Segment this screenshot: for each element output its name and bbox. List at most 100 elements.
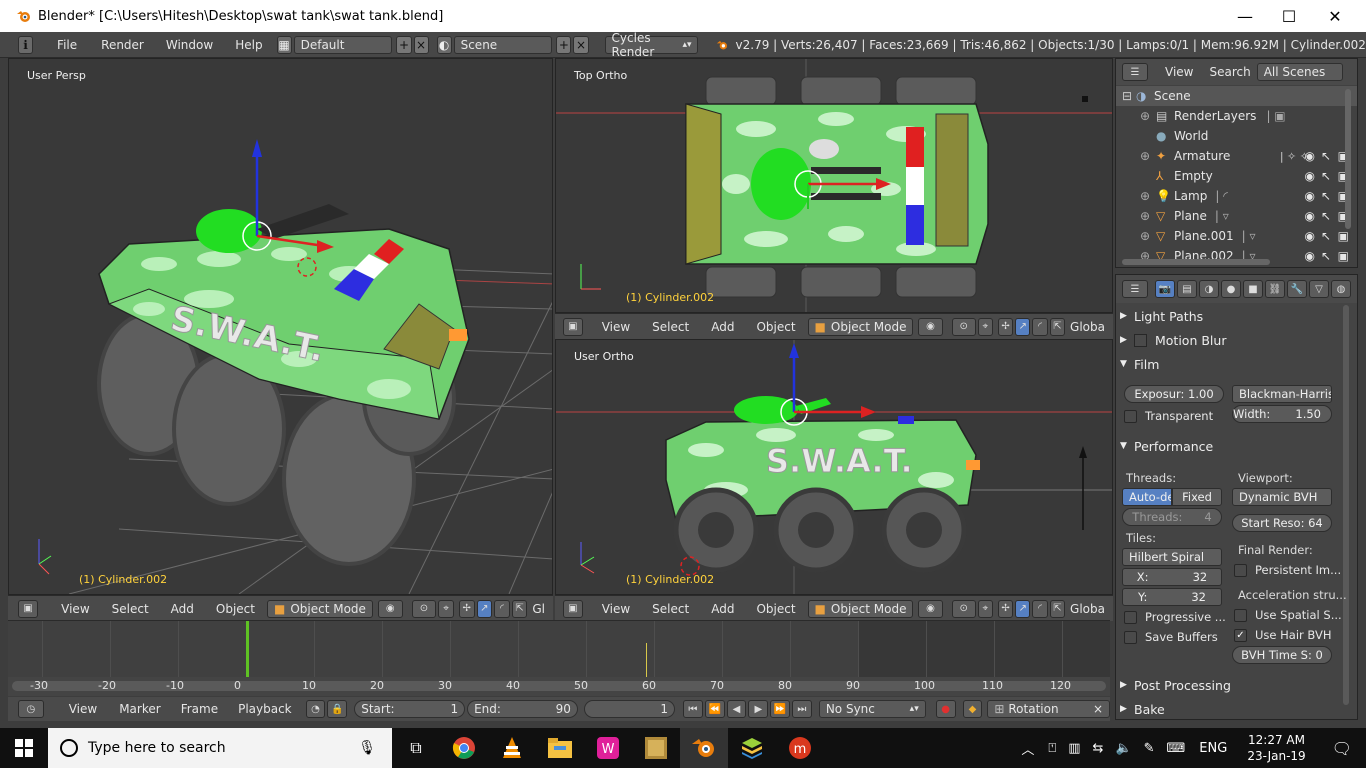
mode-select[interactable]: ■ Object Mode xyxy=(267,599,373,618)
clock[interactable]: 12:27 AM 23-Jan-19 xyxy=(1235,732,1317,764)
expand-icon[interactable]: ⊕ xyxy=(1140,209,1156,223)
play-icon[interactable]: ▶ xyxy=(748,700,769,718)
menu-help[interactable]: Help xyxy=(227,38,270,52)
use-spatial-splits-checkbox[interactable]: Use Spatial S... xyxy=(1234,608,1342,622)
info-editor-icon[interactable]: ℹ xyxy=(18,35,34,54)
mode-select[interactable]: ■ Object Mode xyxy=(807,317,914,336)
timeline-menu-frame[interactable]: Frame xyxy=(173,702,226,716)
vlc-icon[interactable] xyxy=(488,728,536,768)
language-indicator[interactable]: ENG xyxy=(1191,741,1235,756)
menu-add[interactable]: Add xyxy=(163,602,202,616)
viewport-top-ortho[interactable]: Top Ortho (1) Cylinder.002 xyxy=(555,58,1113,313)
transform-toggle-icon[interactable]: ✢ xyxy=(997,317,1014,336)
timeline-menu-view[interactable]: View xyxy=(61,702,105,716)
lock-icon[interactable]: 🔒 xyxy=(327,700,348,718)
outliner-menu-view[interactable]: View xyxy=(1165,65,1193,79)
panel-performance[interactable]: ▼ Performance xyxy=(1120,435,1346,457)
outliner-filter[interactable]: All Scenes xyxy=(1256,63,1343,81)
menu-select[interactable]: Select xyxy=(644,602,697,616)
outliner-row-world[interactable]: ● World xyxy=(1116,126,1357,146)
menu-select[interactable]: Select xyxy=(104,602,157,616)
material-tab-icon[interactable]: ◍ xyxy=(1331,280,1351,298)
outliner-row-renderlayers[interactable]: ⊕ ▤ RenderLayers | ▣ xyxy=(1116,106,1357,126)
scene-icon[interactable]: ◐ xyxy=(436,35,452,54)
add-layout-button[interactable]: + xyxy=(396,35,412,54)
orientation-select[interactable]: Globa xyxy=(1066,602,1113,616)
select-icon[interactable]: ↖ xyxy=(1321,209,1331,223)
pivot-icon[interactable]: ⊙ xyxy=(951,599,976,618)
outliner-vscrollbar[interactable] xyxy=(1345,89,1351,229)
remove-scene-button[interactable]: × xyxy=(573,35,589,54)
render-tab-icon[interactable]: 📷 xyxy=(1155,280,1175,298)
expand-icon[interactable]: ⊕ xyxy=(1140,149,1156,163)
keying-set-field[interactable]: ⊞ Rotation × xyxy=(987,700,1110,718)
outliner-menu-search[interactable]: Search xyxy=(1209,65,1250,79)
clear-keying-set-icon[interactable]: × xyxy=(1093,702,1103,716)
end-frame-field[interactable]: End: 90 xyxy=(467,700,578,718)
manipulator-icon[interactable]: ⌖ xyxy=(977,599,993,618)
transform-toggle-icon[interactable]: ✢ xyxy=(458,599,475,618)
outliner-hscrollbar[interactable] xyxy=(1122,259,1270,265)
scale-icon[interactable]: ⇱ xyxy=(1049,317,1066,336)
maximize-button[interactable]: ☐ xyxy=(1266,0,1312,32)
volume-icon[interactable]: 🔈 xyxy=(1109,741,1137,756)
manipulator-icon[interactable]: ⌖ xyxy=(438,599,454,618)
shading-icon[interactable]: ◉ xyxy=(377,599,403,618)
menu-window[interactable]: Window xyxy=(158,38,221,52)
transparent-checkbox[interactable]: Transparent xyxy=(1124,409,1213,423)
menu-object[interactable]: Object xyxy=(748,602,803,616)
render-icon[interactable]: ▣ xyxy=(1338,249,1349,263)
editor-type-icon[interactable]: ▣ xyxy=(18,599,39,618)
screen-layout-icon[interactable]: ▦ xyxy=(276,35,292,54)
translate-icon[interactable]: ↗ xyxy=(1015,317,1031,336)
tile-x-field[interactable]: X: 32 xyxy=(1122,568,1222,586)
editor-type-icon[interactable]: ▣ xyxy=(563,599,583,618)
keyframe-type-icon[interactable]: ◆ xyxy=(962,700,983,718)
taskbar-search-box[interactable]: Type here to search 🎙 xyxy=(48,728,392,768)
fixed-button[interactable]: Fixed xyxy=(1172,488,1222,506)
pivot-icon[interactable]: ⊙ xyxy=(951,317,976,336)
tile-order-select[interactable]: Hilbert Spiral xyxy=(1122,548,1222,566)
menu-render[interactable]: Render xyxy=(93,38,152,52)
current-frame-field[interactable]: 1 xyxy=(583,700,676,718)
visibility-icon[interactable]: ◉ xyxy=(1305,169,1315,183)
menu-select[interactable]: Select xyxy=(644,320,697,334)
task-view-icon[interactable]: ⧉ xyxy=(392,728,440,768)
pen-icon[interactable]: ✎ xyxy=(1138,741,1161,756)
render-layers-tab-icon[interactable]: ▤ xyxy=(1177,280,1197,298)
properties-editor-icon[interactable]: ☰ xyxy=(1122,280,1148,298)
render-engine-select[interactable]: Cycles Render ▴▾ xyxy=(604,31,699,59)
viewport-user-persp[interactable]: S.W.A.T. User Persp (1) Cylinder.002 xyxy=(8,58,553,595)
persistent-images-checkbox[interactable]: Persistent Im... xyxy=(1234,563,1341,577)
shading-icon[interactable]: ◉ xyxy=(918,599,943,618)
close-window-button[interactable]: ✕ xyxy=(1312,0,1358,32)
scale-icon[interactable]: ⇱ xyxy=(1049,599,1066,618)
action-center-icon[interactable]: 🗨 xyxy=(1318,739,1366,758)
microphone-icon[interactable]: 🎙 xyxy=(358,740,376,756)
record-icon[interactable]: ● xyxy=(935,700,956,718)
outliner-row-armature[interactable]: ⊕ ✦ Armature | ✧ ✧ ◉ ↖ ▣ xyxy=(1116,146,1357,166)
rotate-icon[interactable]: ◜ xyxy=(1032,599,1048,618)
translate-icon[interactable]: ↗ xyxy=(476,599,493,618)
filter-type-select[interactable]: Blackman-Harris xyxy=(1232,385,1332,403)
start-frame-field[interactable]: Start: 1 xyxy=(354,700,466,718)
constraints-tab-icon[interactable]: ⛓ xyxy=(1265,280,1285,298)
menu-view[interactable]: View xyxy=(594,320,638,334)
menu-file[interactable]: File xyxy=(49,38,85,52)
task-manager-icon[interactable]: ▥ xyxy=(1062,741,1086,756)
orientation-select[interactable]: Gl xyxy=(528,602,553,616)
expand-icon[interactable]: ⊕ xyxy=(1140,189,1156,203)
blender-taskbar-icon[interactable] xyxy=(680,728,728,768)
shading-icon[interactable]: ◉ xyxy=(918,317,943,336)
file-explorer-icon[interactable] xyxy=(536,728,584,768)
outliner-editor-icon[interactable]: ☰ xyxy=(1122,63,1148,81)
panel-bake[interactable]: ▶ Bake xyxy=(1120,698,1346,719)
tray-chevron-icon[interactable]: ︿ xyxy=(1013,739,1042,758)
rotate-icon[interactable]: ◜ xyxy=(1032,317,1048,336)
viewport-user-ortho[interactable]: S.W.A.T. User Ortho (1) Cylinder.002 xyxy=(555,339,1113,595)
timeline-current-frame[interactable] xyxy=(246,621,249,677)
jump-end-icon[interactable]: ⏭ xyxy=(792,700,812,718)
dosbox-icon[interactable] xyxy=(632,728,680,768)
modifiers-tab-icon[interactable]: 🔧 xyxy=(1287,280,1307,298)
threads-count-field[interactable]: Threads: 4 xyxy=(1122,508,1222,526)
